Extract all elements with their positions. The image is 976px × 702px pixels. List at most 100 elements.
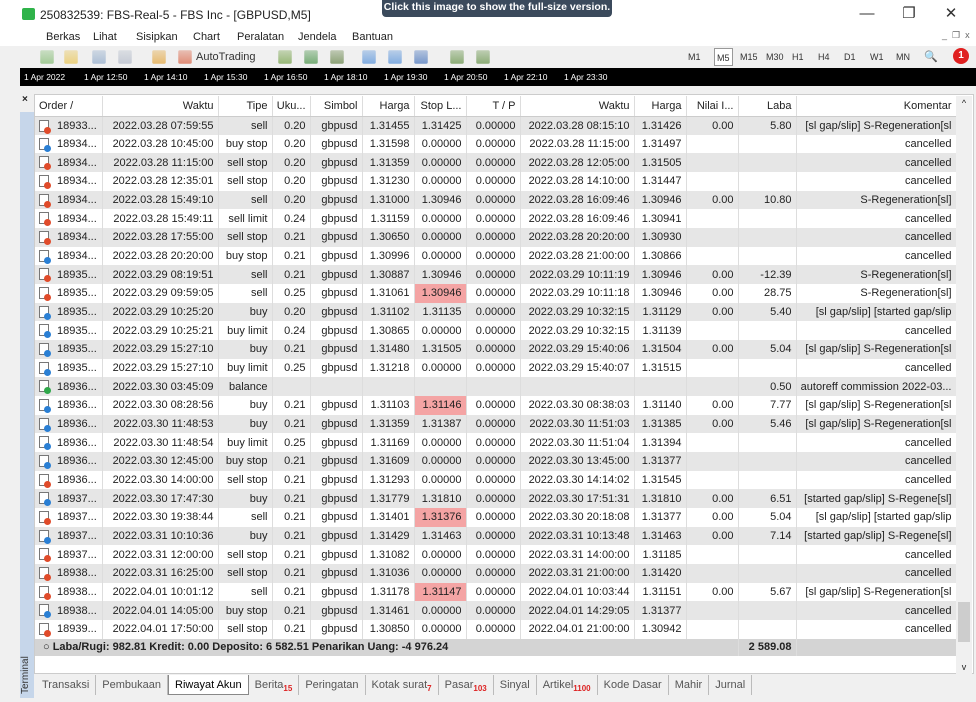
column-header-0[interactable]: Order /: [35, 96, 103, 117]
table-row[interactable]: 18934... 2022.03.28 15:49:10 sell 0.20 gbpus…: [35, 190, 957, 210]
table-row[interactable]: 18936... 2022.03.30 11:48:53 buy 0.21 gbpusd…: [35, 414, 957, 434]
tab-berita[interactable]: Berita15: [249, 675, 300, 695]
column-header-6[interactable]: Stop L...: [414, 96, 467, 117]
column-header-3[interactable]: Uku...: [272, 96, 311, 117]
fibo-icon[interactable]: [654, 50, 668, 64]
table-row[interactable]: 18938... 2022.04.01 10:01:12 sell 0.21 gbpus…: [35, 582, 957, 602]
column-header-12[interactable]: Komentar: [796, 96, 957, 117]
menu-sisipkan[interactable]: Sisipkan: [136, 28, 178, 46]
table-row[interactable]: 18934... 2022.03.28 15:49:11 sell limit 0.2…: [35, 209, 957, 229]
scrollbar-thumb[interactable]: [958, 602, 970, 642]
restore-button[interactable]: ❐: [894, 4, 924, 24]
table-row[interactable]: 18935... 2022.03.29 09:59:05 sell 0.25 gbpus…: [35, 284, 957, 303]
table-row[interactable]: 18934... 2022.03.28 10:45:00 buy stop 0.20 g…: [35, 134, 957, 154]
timeframe-m1[interactable]: M1: [688, 48, 701, 66]
column-header-8[interactable]: Waktu: [520, 96, 635, 117]
table-row[interactable]: 18937... 2022.03.31 10:10:36 buy 0.21 gbpusd…: [35, 526, 957, 546]
menu-chart[interactable]: Chart: [193, 28, 220, 46]
menu-jendela[interactable]: Jendela: [298, 28, 337, 46]
table-row[interactable]: 18937... 2022.03.30 17:47:30 buy 0.21 gbpusd…: [35, 489, 957, 509]
table-row[interactable]: 18934... 2022.03.28 12:35:01 sell stop 0.20…: [35, 172, 957, 191]
crosshair-icon[interactable]: [542, 50, 556, 64]
scroll-down-icon[interactable]: v: [956, 662, 972, 672]
menu-peralatan[interactable]: Peralatan: [237, 28, 284, 46]
table-row[interactable]: 18934... 2022.03.28 11:15:00 sell stop 0.20…: [35, 153, 957, 173]
tab-riwayat-akun[interactable]: Riwayat Akun: [168, 675, 249, 695]
table-row[interactable]: 18936... 2022.03.30 12:45:00 buy stop 0.21 g…: [35, 452, 957, 471]
search-icon[interactable]: 🔍: [924, 48, 938, 66]
column-header-10[interactable]: Nilai I...: [686, 96, 739, 117]
candles-icon[interactable]: [304, 50, 318, 64]
table-row[interactable]: 18937... 2022.03.31 12:00:00 sell stop 0.21…: [35, 545, 957, 565]
close-button[interactable]: ✕: [936, 4, 966, 24]
tab-kode-dasar[interactable]: Kode Dasar: [598, 675, 669, 695]
table-row[interactable]: 18933... 2022.03.28 07:59:55 sell 0.20 gbpus…: [35, 116, 957, 135]
column-header-1[interactable]: Waktu: [102, 96, 219, 117]
tab-pasar[interactable]: Pasar103: [439, 675, 494, 695]
table-row[interactable]: 18935... 2022.03.29 08:19:51 sell 0.21 gbpus…: [35, 265, 957, 285]
timeframe-d1[interactable]: D1: [844, 48, 856, 66]
new-chart-icon[interactable]: [40, 50, 54, 64]
scroll-up-icon[interactable]: ^: [956, 98, 972, 108]
hline-icon[interactable]: [602, 50, 616, 64]
timeframe-h1[interactable]: H1: [792, 48, 804, 66]
menu-berkas[interactable]: Berkas: [46, 28, 80, 46]
market-watch-icon[interactable]: [92, 50, 106, 64]
table-row[interactable]: 18936... 2022.03.30 03:45:09 balance 0.50 au…: [35, 377, 957, 397]
meta-editor-icon[interactable]: [152, 50, 166, 64]
tile-icon[interactable]: [414, 50, 428, 64]
zoom-out-icon[interactable]: [388, 50, 402, 64]
timeframe-m15[interactable]: M15: [740, 48, 758, 66]
autoscroll-icon[interactable]: [450, 50, 464, 64]
cursor-icon[interactable]: [516, 50, 530, 64]
zoom-in-icon[interactable]: [362, 50, 376, 64]
autotrading-icon[interactable]: [178, 50, 192, 64]
tab-mahir[interactable]: Mahir: [669, 675, 710, 695]
column-header-11[interactable]: Laba: [738, 96, 797, 117]
bar-chart-icon[interactable]: [278, 50, 292, 64]
column-header-5[interactable]: Harga: [362, 96, 415, 117]
mdi-controls[interactable]: _❐x: [942, 30, 975, 41]
vline-icon[interactable]: [576, 50, 590, 64]
minimize-button[interactable]: —: [852, 4, 882, 24]
tab-transaksi[interactable]: Transaksi: [36, 675, 97, 695]
line-chart-icon[interactable]: [330, 50, 344, 64]
timeframe-m5[interactable]: M5: [714, 48, 733, 66]
vertical-scrollbar[interactable]: ^ v: [956, 96, 972, 674]
table-row[interactable]: 18934... 2022.03.28 20:20:00 buy stop 0.21 g…: [35, 246, 957, 266]
tab-kotak-surat[interactable]: Kotak surat7: [366, 675, 439, 695]
profiles-icon[interactable]: [64, 50, 78, 64]
notification-badge[interactable]: 1: [953, 48, 969, 64]
table-row[interactable]: 18934... 2022.03.28 17:55:00 sell stop 0.21…: [35, 228, 957, 247]
table-row[interactable]: 18935... 2022.03.29 10:25:20 buy 0.20 gbpusd…: [35, 302, 957, 322]
tab-pembukaan[interactable]: Pembukaan: [96, 675, 168, 695]
table-row[interactable]: 18936... 2022.03.30 08:28:56 buy 0.21 gbpusd…: [35, 396, 957, 415]
column-header-7[interactable]: T / P: [466, 96, 521, 117]
tab-artikel[interactable]: Artikel1100: [537, 675, 598, 695]
tab-peringatan[interactable]: Peringatan: [299, 675, 366, 695]
timeframe-m30[interactable]: M30: [766, 48, 784, 66]
column-header-9[interactable]: Harga: [634, 96, 687, 117]
table-row[interactable]: 18936... 2022.03.30 11:48:54 buy limit 0.25…: [35, 433, 957, 453]
navigator-icon[interactable]: [118, 50, 132, 64]
menu-bantuan[interactable]: Bantuan: [352, 28, 393, 46]
column-header-4[interactable]: Simbol: [310, 96, 363, 117]
tab-sinyal[interactable]: Sinyal: [494, 675, 537, 695]
table-row[interactable]: 18935... 2022.03.29 15:27:10 buy 0.21 gbpusd…: [35, 340, 957, 359]
table-row[interactable]: 18937... 2022.03.30 19:38:44 sell 0.21 gbpus…: [35, 508, 957, 527]
table-row[interactable]: 18935... 2022.03.29 10:25:21 buy limit 0.24…: [35, 321, 957, 341]
table-row[interactable]: 18938... 2022.03.31 16:25:00 sell stop 0.21…: [35, 564, 957, 583]
trendline-icon[interactable]: [628, 50, 642, 64]
menu-lihat[interactable]: Lihat: [93, 28, 117, 46]
tab-jurnal[interactable]: Jurnal: [709, 675, 753, 695]
timeframe-w1[interactable]: W1: [870, 48, 884, 66]
column-header-2[interactable]: Tipe: [218, 96, 273, 117]
table-row[interactable]: 18935... 2022.03.29 15:27:10 buy limit 0.25…: [35, 358, 957, 378]
full-size-tooltip[interactable]: Click this image to show the full-size v…: [382, 0, 612, 17]
timeframe-h4[interactable]: H4: [818, 48, 830, 66]
autotrading-button[interactable]: AutoTrading: [196, 48, 256, 66]
table-row[interactable]: 18939... 2022.04.01 17:50:00 sell stop 0.21…: [35, 620, 957, 639]
chart-shift-icon[interactable]: [476, 50, 490, 64]
timeframe-mn[interactable]: MN: [896, 48, 910, 66]
table-row[interactable]: 18936... 2022.03.30 14:00:00 sell stop 0.21…: [35, 470, 957, 490]
